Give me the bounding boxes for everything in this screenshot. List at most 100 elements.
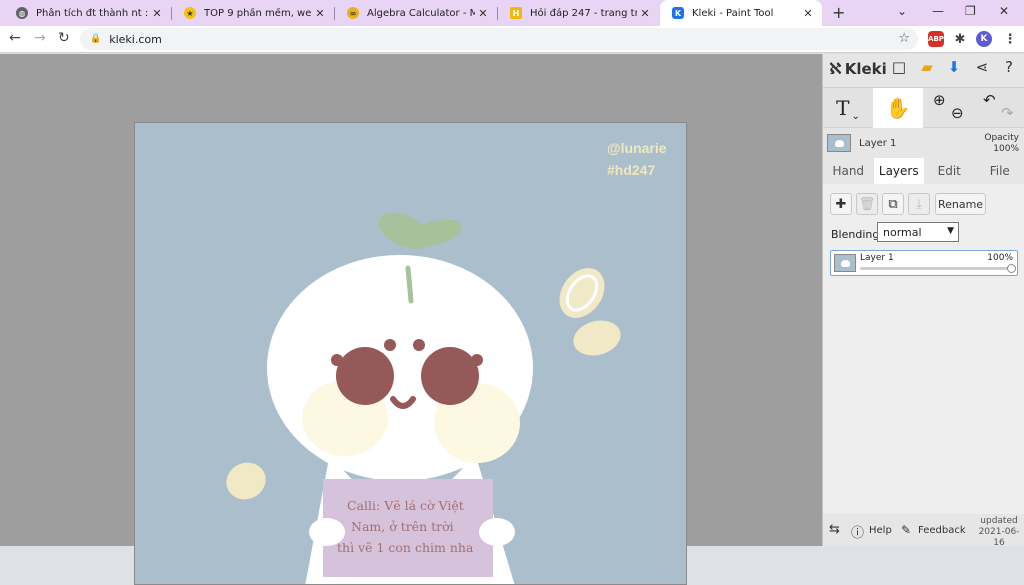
kleki-logo: ℵ Kleki — [829, 59, 887, 78]
url-text: kleki.com — [109, 33, 162, 46]
swap-sides-icon[interactable]: ⇆ — [829, 522, 840, 537]
browser-tab-4[interactable]: H Hỏi đáp 247 - trang tra loi ✕ — [498, 0, 659, 26]
close-tab-icon[interactable]: ✕ — [637, 7, 653, 20]
feedback-link[interactable]: Feedback — [918, 525, 966, 536]
sprout-stem — [408, 268, 411, 301]
seed-top-right — [550, 259, 614, 326]
layer-thumbnail — [834, 254, 856, 272]
browser-tab-strip: ◍ Phân tích đt thành nt : 8 - 27 ✕ ★ TOP… — [0, 0, 1024, 26]
merge-down-button[interactable]: ⤓ — [908, 193, 930, 215]
hand-tool-button[interactable]: ✋ — [873, 88, 923, 128]
tab-hand[interactable]: Hand — [823, 158, 874, 184]
merge-down-icon: ⤓ — [916, 197, 922, 212]
tab-edit[interactable]: Edit — [924, 158, 975, 184]
help-icon[interactable]: ⓘ — [851, 522, 864, 541]
layer-opacity-slider[interactable] — [860, 267, 1013, 270]
kleki-favicon-icon: K — [672, 7, 684, 19]
kleki-logo-icon: ℵ — [829, 59, 842, 78]
address-bar[interactable]: 🔒 kleki.com ☆ — [80, 28, 918, 50]
layers-tab-content: ✚ 🗑 ⧉ ⤓ Rename Blending normal ▼ Layer 1… — [823, 184, 1024, 514]
layer-list-item[interactable]: Layer 1 100% — [830, 250, 1018, 276]
menu-kebab-icon[interactable]: ⋮ — [1002, 31, 1018, 47]
opacity-readout: Opacity 100% — [984, 133, 1019, 155]
tab-search-icon[interactable]: ⌄ — [897, 4, 907, 18]
panel-footer: ⇆ ⓘ Help ✎ Feedback updated 2021-06-16 — [823, 514, 1024, 546]
zoom-out-icon[interactable]: ⊖ — [951, 104, 964, 122]
watermark: @lunarie #hd247 — [607, 137, 667, 181]
updated-label: updated — [973, 516, 1024, 527]
new-image-icon[interactable]: □ — [889, 58, 909, 76]
restore-icon[interactable]: ❐ — [965, 4, 976, 18]
adblock-extension-icon[interactable]: ABP — [928, 31, 944, 47]
browser-tab-3[interactable]: ∞ Algebra Calculator - MathPa ✕ — [335, 0, 497, 26]
blending-select[interactable]: normal ▼ — [877, 222, 959, 242]
close-tab-icon[interactable]: ✕ — [312, 7, 328, 20]
duplicate-icon: ⧉ — [888, 197, 897, 212]
tab-title: Hỏi đáp 247 - trang tra loi — [530, 8, 637, 19]
current-layer-name: Layer 1 — [859, 138, 896, 149]
redo-icon[interactable]: ↷ — [1001, 104, 1014, 122]
runner-favicon-icon: ★ — [184, 7, 196, 19]
close-tab-icon[interactable]: ✕ — [149, 7, 165, 20]
kleki-side-panel: ℵ Kleki □ ▰ ⬇ ⋖ ? T ⌄ ✋ ⊕ ⊖ ↶ ↷ Layer 1 … — [822, 54, 1024, 546]
layer-thumbnail — [827, 134, 851, 152]
text-tool-button[interactable]: T ⌄ — [823, 88, 873, 128]
plus-icon: ✚ — [836, 197, 847, 212]
chevron-down-icon[interactable]: ⌄ — [851, 111, 859, 122]
tab-title: Kleki - Paint Tool — [692, 8, 800, 19]
undo-icon[interactable]: ↶ — [983, 91, 996, 109]
watermark-line-2: #hd247 — [607, 159, 667, 181]
help-link[interactable]: Help — [869, 525, 892, 536]
canvas-workspace[interactable]: @lunarie #hd247 Calli: Vẽ lá cờ Việt Nam… — [0, 54, 822, 546]
panel-tabs: Hand Layers Edit File — [823, 158, 1024, 184]
mathpapa-favicon-icon: ∞ — [347, 7, 359, 19]
duplicate-layer-button[interactable]: ⧉ — [882, 193, 904, 215]
watermark-line-1: @lunarie — [607, 137, 667, 159]
browser-tab-2[interactable]: ★ TOP 9 phần mềm, website gi ✕ — [172, 0, 334, 26]
seed-left — [220, 456, 271, 506]
tab-title: Phân tích đt thành nt : 8 - 27 — [36, 8, 149, 19]
zoom-in-icon[interactable]: ⊕ — [933, 91, 946, 109]
blending-value: normal — [883, 226, 922, 239]
browser-toolbar: ← → ↻ 🔒 kleki.com ☆ ABP ✱ K ⋮ — [0, 26, 1024, 53]
browser-tab-1[interactable]: ◍ Phân tích đt thành nt : 8 - 27 ✕ — [4, 0, 171, 26]
drawing-canvas[interactable]: @lunarie #hd247 Calli: Vẽ lá cờ Việt Nam… — [134, 122, 687, 585]
globe-icon: ◍ — [16, 7, 28, 19]
forward-icon[interactable]: → — [34, 30, 46, 46]
sign-line-2: Nam, ở trên trời — [331, 516, 496, 537]
minimize-icon[interactable]: — — [932, 4, 944, 18]
zoom-controls: ⊕ ⊖ — [927, 88, 971, 128]
add-layer-button[interactable]: ✚ — [830, 193, 852, 215]
extensions-puzzle-icon[interactable]: ✱ — [952, 31, 968, 47]
profile-avatar[interactable]: K — [976, 31, 992, 47]
updated-info: updated 2021-06-16 — [973, 516, 1024, 549]
share-icon[interactable]: ⋖ — [972, 58, 992, 76]
feedback-icon[interactable]: ✎ — [901, 523, 911, 537]
rename-button[interactable]: Rename — [935, 193, 986, 215]
browser-tab-active[interactable]: K Kleki - Paint Tool ✕ — [660, 0, 822, 26]
download-icon[interactable]: ⬇ — [944, 58, 964, 76]
sign-line-3: thì vẽ 1 con chim nha — [331, 537, 496, 558]
tab-layers[interactable]: Layers — [874, 158, 925, 184]
help-circle-icon[interactable]: ? — [999, 58, 1019, 76]
tab-file[interactable]: File — [975, 158, 1024, 184]
undo-redo-controls: ↶ ↷ — [977, 88, 1021, 128]
chevron-down-icon: ▼ — [947, 226, 954, 236]
eye-left — [336, 347, 394, 405]
layer-name: Layer 1 — [860, 253, 894, 263]
delete-layer-button[interactable]: 🗑 — [856, 193, 878, 215]
app-name: Kleki — [845, 60, 887, 78]
sign-text: Calli: Vẽ lá cờ Việt Nam, ở trên trời th… — [331, 495, 496, 558]
open-folder-icon[interactable]: ▰ — [917, 58, 937, 76]
current-layer-bar: Layer 1 Opacity 100% — [823, 130, 1024, 156]
lock-icon: 🔒 — [90, 34, 101, 44]
close-window-icon[interactable]: ✕ — [999, 4, 1009, 18]
blending-label: Blending — [831, 228, 879, 241]
close-tab-icon[interactable]: ✕ — [475, 7, 491, 20]
close-tab-icon[interactable]: ✕ — [800, 7, 816, 20]
new-tab-button[interactable]: + — [832, 3, 845, 22]
reload-icon[interactable]: ↻ — [58, 30, 70, 46]
back-icon[interactable]: ← — [9, 30, 21, 46]
bookmark-star-icon[interactable]: ☆ — [898, 31, 910, 46]
slider-handle[interactable] — [1007, 264, 1016, 273]
